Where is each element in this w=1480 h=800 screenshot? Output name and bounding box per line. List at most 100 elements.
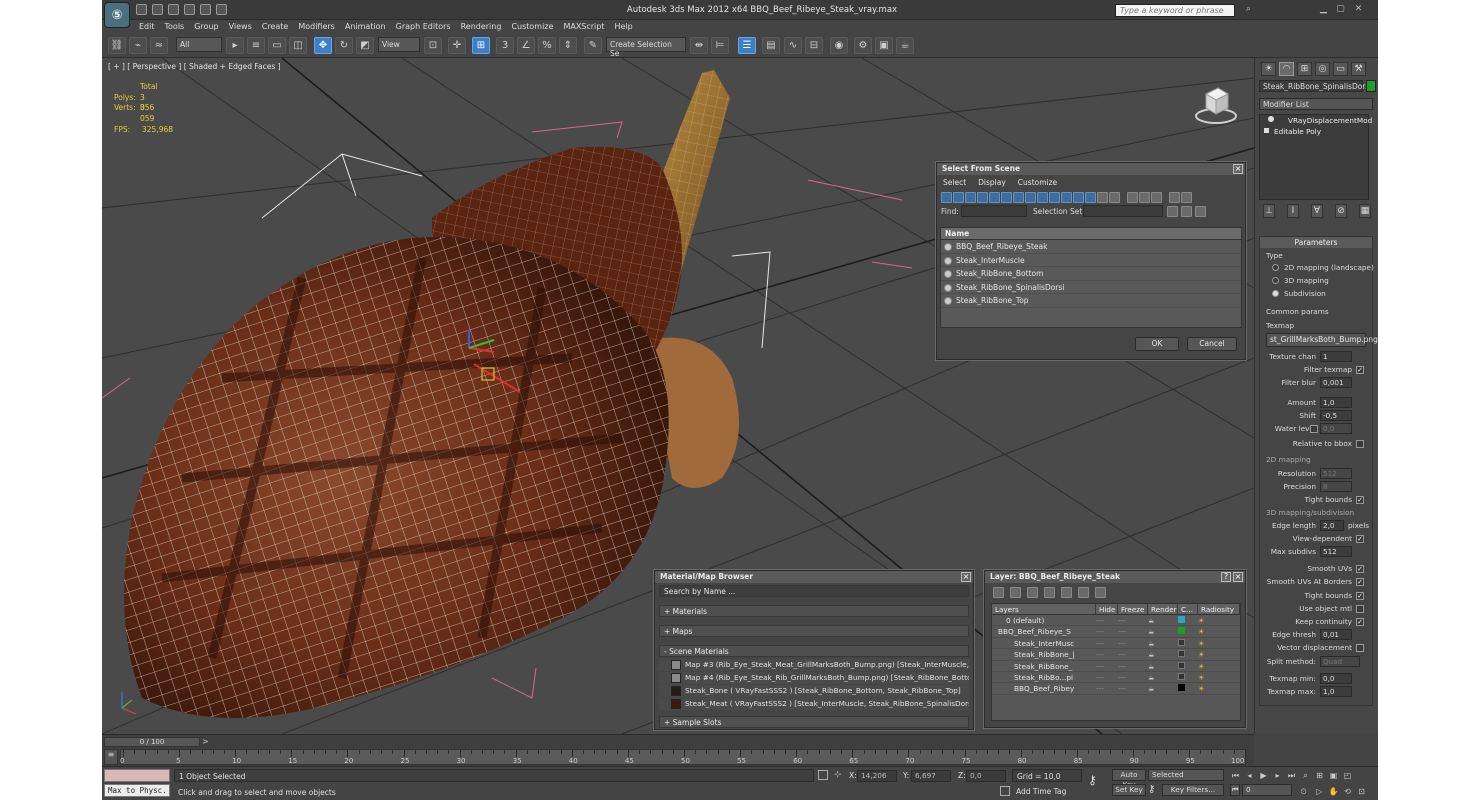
display-invert-icon[interactable]: [1109, 192, 1120, 203]
list-item[interactable]: Map #4 (Rib_Eye_Steak_Rib_GrillMarksBoth…: [659, 672, 969, 684]
display-xrefs-icon[interactable]: [1025, 192, 1036, 203]
key-filter-icon[interactable]: ⚷: [1148, 784, 1158, 796]
edge-thresh-spinner[interactable]: 0,01: [1320, 629, 1352, 640]
z-coordinate-field[interactable]: 0,0: [966, 770, 1006, 782]
close-icon[interactable]: ×: [961, 572, 971, 582]
maxscript-listener-input[interactable]: [104, 769, 170, 782]
highlight-layer-icon[interactable]: [1061, 587, 1072, 598]
tight-bounds-2d-checkbox[interactable]: ✓: [1356, 496, 1364, 504]
select-and-rotate-icon[interactable]: ↻: [335, 37, 353, 54]
next-frame-arrow-icon[interactable]: >: [202, 737, 212, 747]
list-item[interactable]: BBQ_Beef_Ribeye_Steak: [941, 240, 1241, 254]
reference-coordinate-dropdown[interactable]: View: [378, 37, 420, 52]
display-frozen-icon[interactable]: [1061, 192, 1072, 203]
sfs-menu-select[interactable]: Select: [943, 178, 966, 187]
curve-editor-icon[interactable]: ∿: [784, 37, 802, 54]
display-geometry-icon[interactable]: [941, 192, 952, 203]
display-cameras-icon[interactable]: [977, 192, 988, 203]
display-bones-icon[interactable]: [1037, 192, 1048, 203]
texmap-max-spinner[interactable]: 1,0: [1320, 686, 1352, 697]
app-logo-icon[interactable]: ⑤: [104, 2, 130, 28]
edge-length-spinner[interactable]: 2,0: [1320, 520, 1344, 531]
select-none-icon[interactable]: [1139, 192, 1150, 203]
make-unique-icon[interactable]: ∀: [1311, 204, 1323, 218]
project-folder-icon[interactable]: [216, 4, 227, 15]
maximize-icon[interactable]: ▢: [1334, 4, 1347, 16]
zoom-extents-icon[interactable]: ▣: [1328, 770, 1339, 781]
key-filters-button[interactable]: Key Filters...: [1162, 784, 1224, 796]
select-all-icon[interactable]: [1127, 192, 1138, 203]
water-level-checkbox[interactable]: [1310, 425, 1318, 433]
zoom-extents-all-icon[interactable]: ◰: [1342, 770, 1353, 781]
radio-2d-mapping[interactable]: [1272, 264, 1279, 271]
shift-spinner[interactable]: -0,5: [1320, 410, 1352, 421]
list-item[interactable]: VRayDisplacementMod: [1260, 115, 1372, 126]
tight-bounds-3d-checkbox[interactable]: ✓: [1356, 592, 1364, 600]
filter-blur-spinner[interactable]: 0,001: [1320, 377, 1352, 388]
relative-to-bbox-checkbox[interactable]: [1356, 440, 1364, 448]
table-row[interactable]: BBQ_Beef_Ribeye_S --- --- ☕ ☀: [992, 626, 1240, 638]
table-row[interactable]: Steak_InterMusc --- --- ☕ ☀: [992, 638, 1240, 650]
time-config-icon[interactable]: ⏲: [1298, 786, 1309, 797]
split-method-dropdown[interactable]: Quad: [1320, 656, 1360, 667]
select-by-name-icon[interactable]: ≡: [247, 37, 265, 54]
texmap-min-spinner[interactable]: 0,0: [1320, 673, 1352, 684]
menu-animation[interactable]: Animation: [340, 20, 391, 34]
list-item[interactable]: Steak_RibBone_Top: [941, 294, 1241, 308]
menu-modifiers[interactable]: Modifiers: [293, 20, 340, 34]
display-none-icon[interactable]: [1097, 192, 1108, 203]
close-icon[interactable]: ✕: [1352, 4, 1365, 16]
filter-texmap-checkbox[interactable]: ✓: [1356, 366, 1364, 374]
menu-customize[interactable]: Customize: [506, 20, 558, 34]
add-to-selection-set-icon[interactable]: [1195, 206, 1206, 217]
layer-manager-icon[interactable]: ☰: [738, 37, 756, 54]
create-tab-icon[interactable]: ☀: [1261, 62, 1276, 76]
list-item[interactable]: Map #3 (Rib_Eye_Steak_Meat_GrillMarksBot…: [659, 659, 969, 671]
render-production-icon[interactable]: ☕: [896, 37, 914, 54]
list-item[interactable]: Steak_Bone ( VRayFastSSS2 ) [Steak_RibBo…: [659, 685, 969, 697]
menu-help[interactable]: Help: [610, 20, 638, 34]
hide-column-header[interactable]: Hide: [1096, 604, 1118, 614]
parameters-rollout-title[interactable]: Parameters: [1260, 237, 1372, 248]
search-input[interactable]: Type a keyword or phrase: [1115, 4, 1235, 17]
time-slider[interactable]: 0 / 100: [104, 737, 200, 747]
radio-subdivision[interactable]: [1272, 290, 1279, 297]
freeze-all-layers-icon[interactable]: [1095, 587, 1106, 598]
amount-spinner[interactable]: 1,0: [1320, 397, 1352, 408]
water-level-spinner[interactable]: 0,0: [1320, 423, 1352, 434]
field-of-view-icon[interactable]: ▷: [1314, 786, 1325, 797]
modify-tab-icon[interactable]: ◠: [1279, 62, 1294, 76]
current-frame-field[interactable]: 0: [1242, 784, 1292, 796]
display-lights-icon[interactable]: [965, 192, 976, 203]
materials-group[interactable]: + Materials: [659, 605, 969, 617]
remove-modifier-icon[interactable]: ⊘: [1335, 204, 1347, 218]
delete-layer-icon[interactable]: [1010, 587, 1021, 598]
object-color-swatch[interactable]: [1366, 80, 1376, 92]
select-object-icon[interactable]: ▸: [226, 37, 244, 54]
maps-group[interactable]: + Maps: [659, 625, 969, 637]
display-shapes-icon[interactable]: [953, 192, 964, 203]
menu-group[interactable]: Group: [189, 20, 223, 34]
close-icon[interactable]: ×: [1233, 164, 1243, 174]
table-row[interactable]: 0 (default) --- --- ☕ ☀: [992, 615, 1240, 627]
graphite-ribbon-icon[interactable]: ▤: [762, 37, 780, 54]
menu-maxscript[interactable]: MAXScript: [558, 20, 609, 34]
list-item[interactable]: Steak_RibBone_Bottom: [941, 267, 1241, 281]
add-to-layer-icon[interactable]: [1027, 587, 1038, 598]
auto-key-button[interactable]: Auto Key: [1112, 769, 1146, 789]
absolute-mode-icon[interactable]: ⊹: [834, 770, 844, 780]
display-groups-icon[interactable]: [1013, 192, 1024, 203]
maxscript-mini-listener[interactable]: Max to Physc.: [104, 784, 170, 797]
add-time-tag-button[interactable]: Add Time Tag: [1016, 787, 1066, 796]
menu-create[interactable]: Create: [257, 20, 294, 34]
cancel-button[interactable]: Cancel: [1187, 337, 1237, 351]
texmap-button[interactable]: st_GrillMarksBoth_Bump.png): [1266, 333, 1378, 347]
key-mode-dropdown[interactable]: Selected: [1148, 769, 1224, 781]
zoom-all-icon[interactable]: ⊞: [1314, 770, 1325, 781]
precision-spinner[interactable]: 8: [1320, 481, 1352, 492]
perspective-viewport[interactable]: [ + ] [ Perspective ] [ Shaded + Edged F…: [102, 58, 1254, 734]
scene-materials-group[interactable]: - Scene Materials: [659, 645, 969, 657]
track-bar[interactable]: 0 5 10 15 20 25 30 35 40 45 50 55 60 65 70 75 80 85 90 95 10…: [120, 749, 1246, 765]
help-icon[interactable]: ?: [1221, 572, 1231, 582]
hierarchy-tab-icon[interactable]: ⊞: [1297, 62, 1312, 76]
